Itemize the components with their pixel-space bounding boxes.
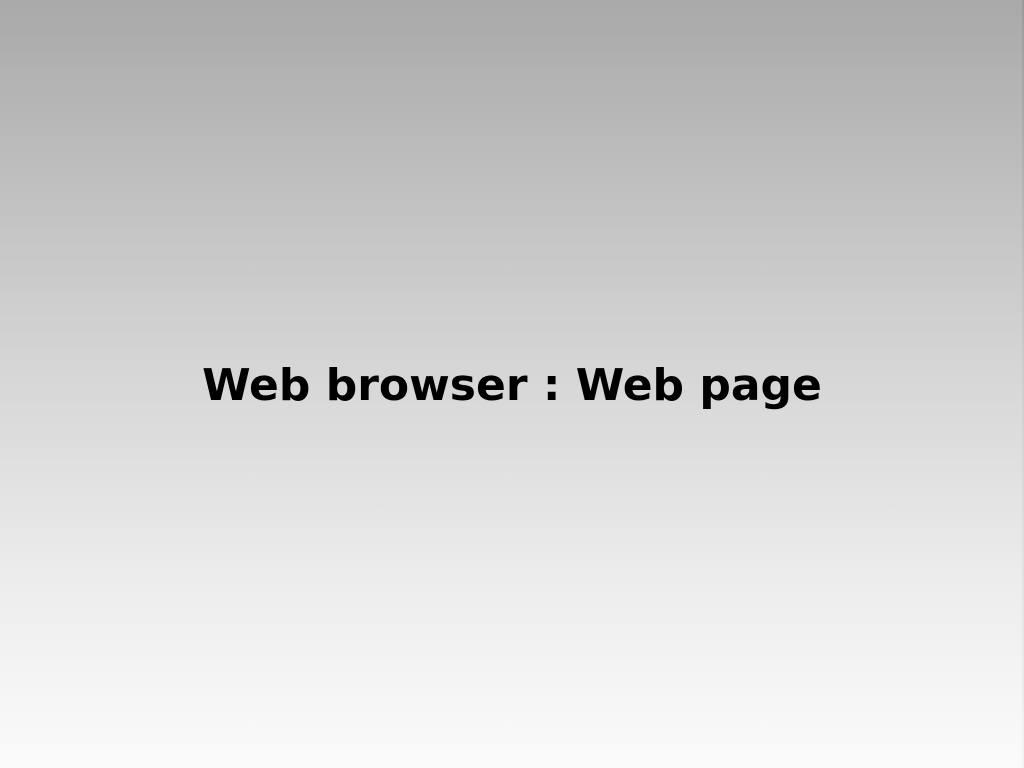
presentation-slide: Web browser : Web page: [0, 0, 1024, 768]
slide-title: Web browser : Web page: [202, 360, 822, 411]
